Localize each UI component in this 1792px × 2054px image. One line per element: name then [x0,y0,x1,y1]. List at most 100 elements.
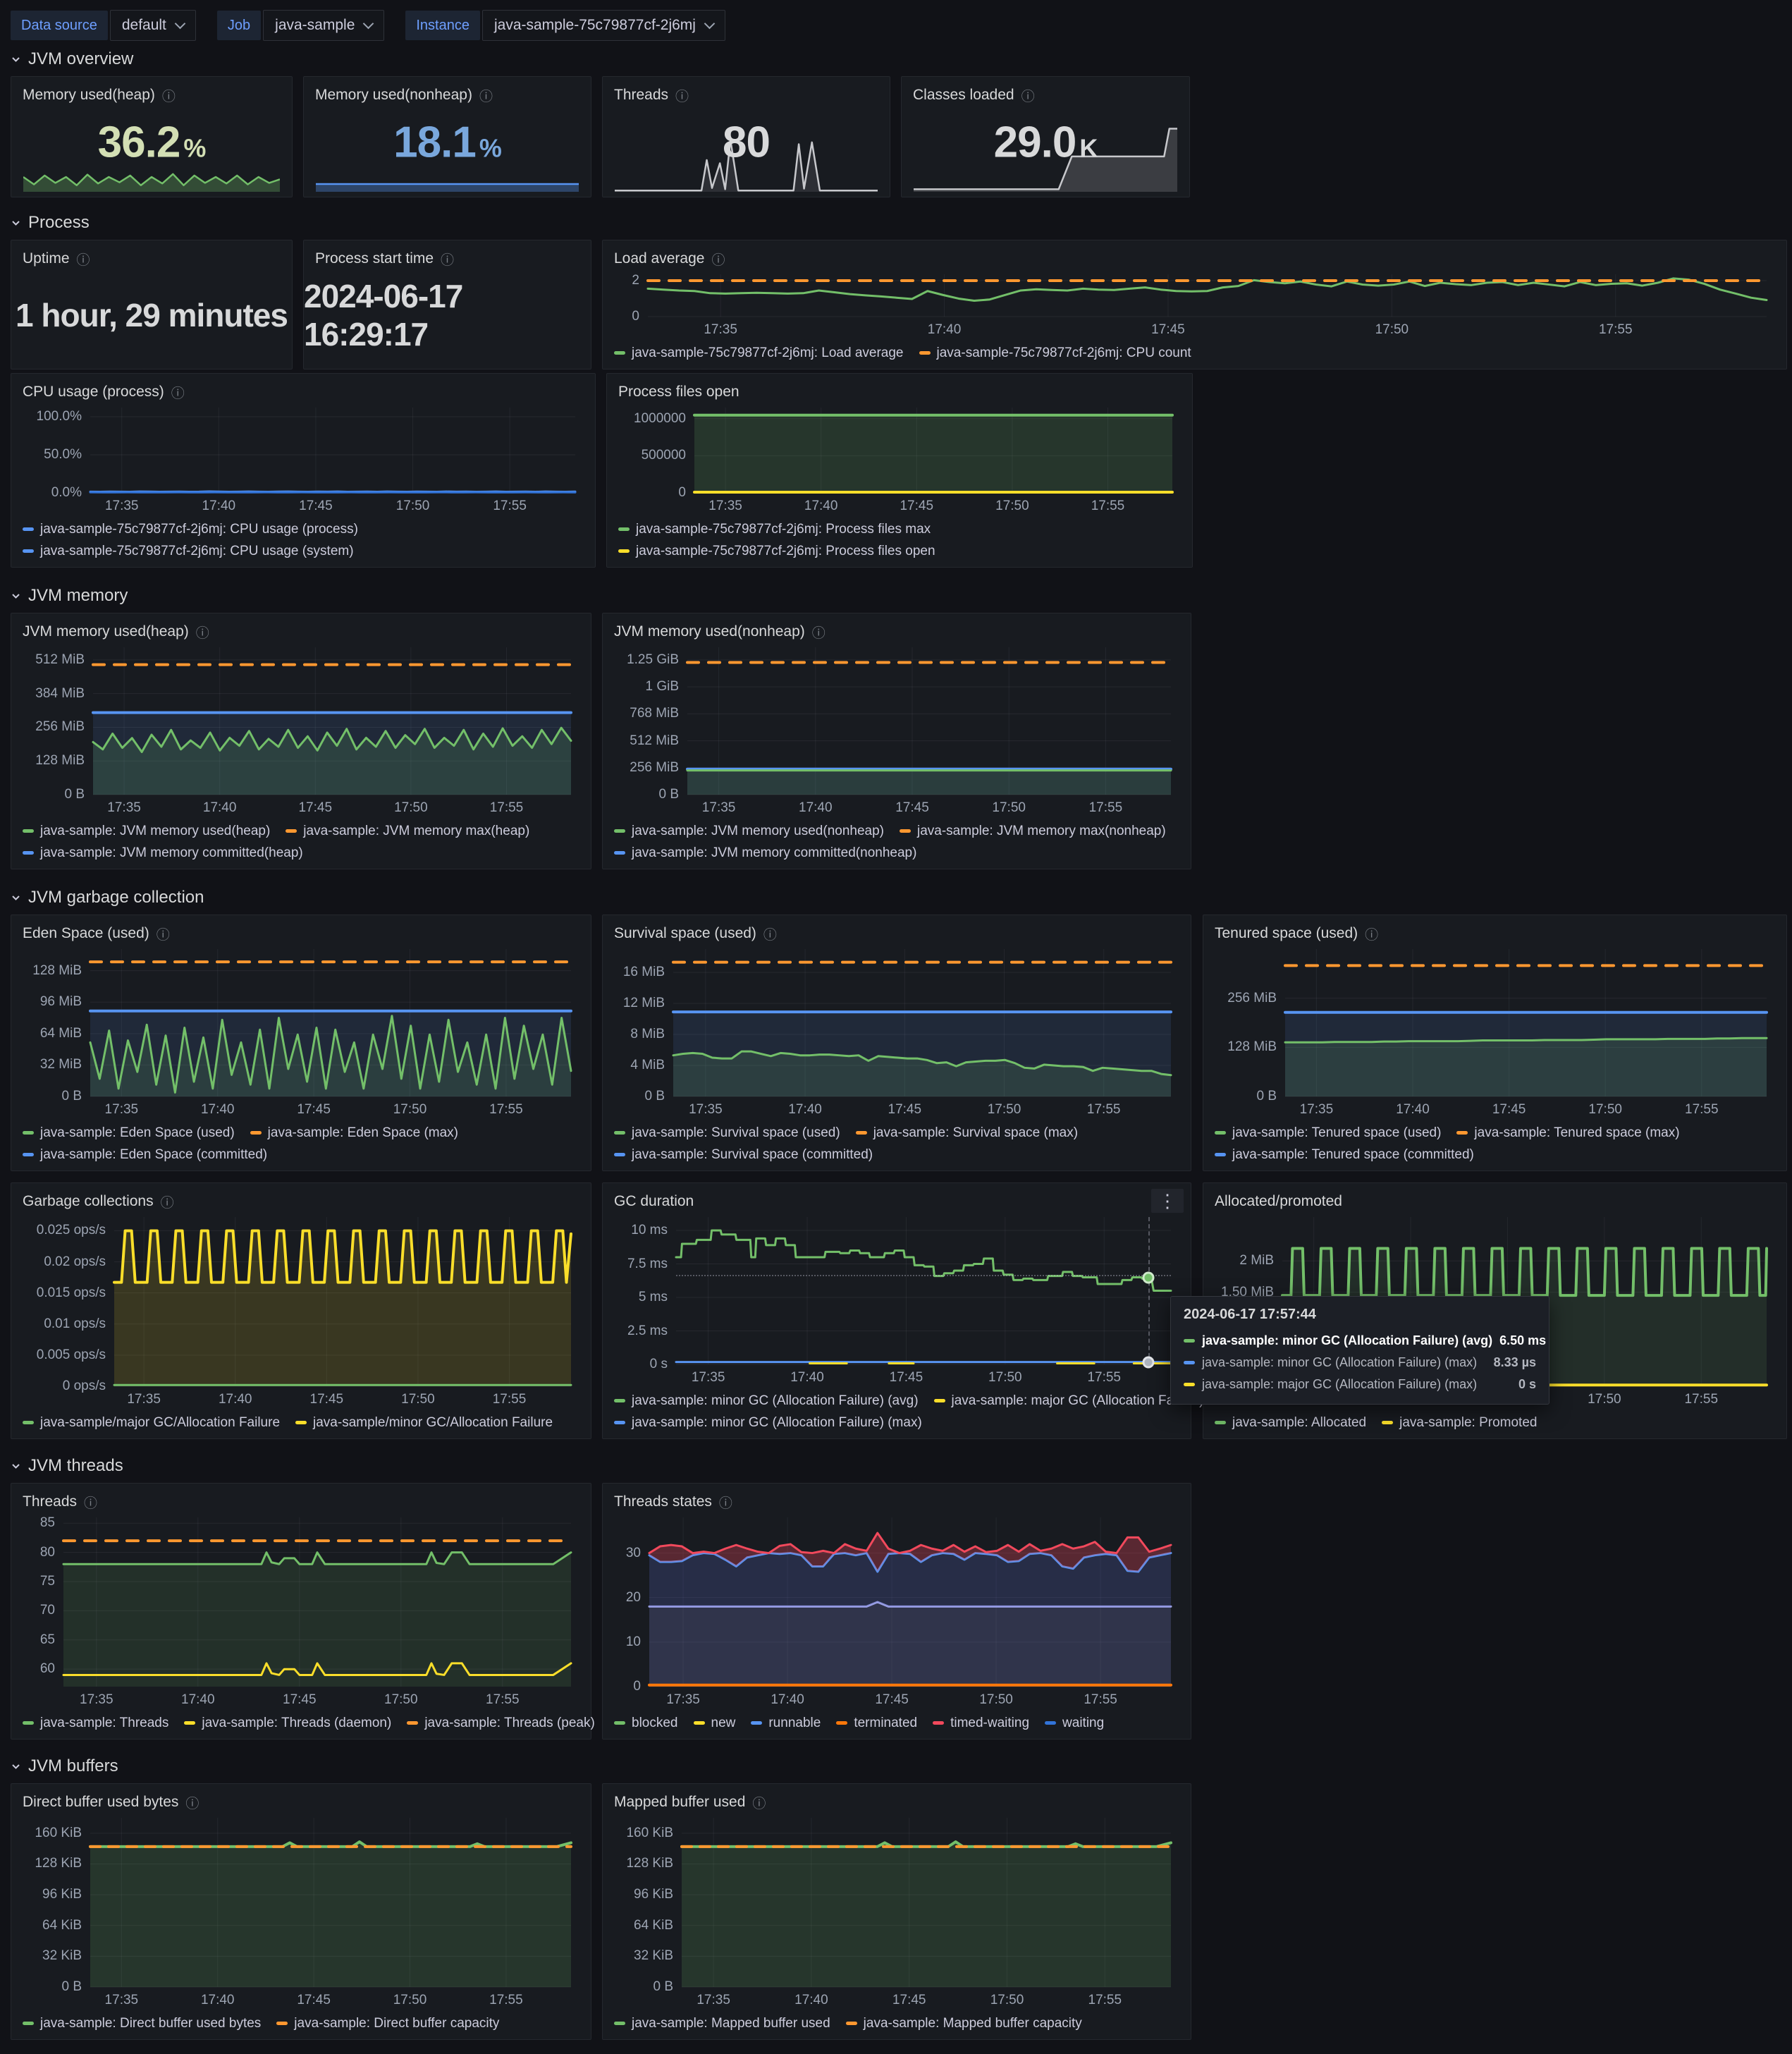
panel-title[interactable]: Direct buffer used bytes [23,1794,178,1811]
panel-title[interactable]: Memory used(nonheap) [315,87,472,104]
legend-item[interactable]: java-sample: Mapped buffer capacity [846,2016,1082,2031]
info-icon[interactable]: ⓘ [162,86,176,105]
y-tick-label: 512 MiB [35,652,85,668]
info-icon[interactable]: ⓘ [157,924,170,943]
info-icon[interactable]: ⓘ [196,623,209,642]
legend-item[interactable]: waiting [1045,1716,1104,1731]
info-icon[interactable]: ⓘ [719,1493,732,1512]
legend-item[interactable]: java-sample-75c79877cf-2j6mj: CPU usage … [23,544,354,559]
panel-title[interactable]: Survival space (used) [614,925,756,942]
panel-title[interactable]: Uptime [23,250,70,267]
panel-title[interactable]: CPU usage (process) [23,384,164,401]
legend-item[interactable]: java-sample-75c79877cf-2j6mj: Process fi… [618,522,931,537]
legend-item[interactable]: java-sample: JVM memory used(heap) [23,824,270,839]
instance-select[interactable]: java-sample-75c79877cf-2j6mj [482,10,725,41]
legend-item[interactable]: java-sample: JVM memory max(heap) [286,824,529,839]
info-icon[interactable]: ⓘ [77,250,90,269]
legend-swatch-icon [614,1399,625,1402]
legend-item[interactable]: java-sample: Threads (peak) [407,1716,594,1731]
panel-title[interactable]: Threads [23,1493,77,1510]
legend-item[interactable]: java-sample: Survival space (max) [856,1125,1078,1141]
legend-swatch-icon [23,1153,34,1156]
y-tick-label: 128 KiB [626,1856,673,1871]
legend-item[interactable]: java-sample: minor GC (Allocation Failur… [614,1393,919,1409]
panel-title[interactable]: Threads states [614,1493,712,1510]
panel-title[interactable]: Eden Space (used) [23,925,149,942]
legend-item[interactable]: timed-waiting [933,1716,1029,1731]
kebab-menu-icon[interactable]: ⋮ [1151,1189,1184,1213]
legend-item[interactable]: java-sample/major GC/Allocation Failure [23,1415,280,1431]
legend-item[interactable]: java-sample: Eden Space (committed) [23,1147,267,1163]
legend-item[interactable]: java-sample: Allocated [1215,1415,1366,1431]
legend-item[interactable]: java-sample: Direct buffer used bytes [23,2016,261,2031]
info-icon[interactable]: ⓘ [479,86,493,105]
y-tick-label: 2 MiB [1239,1253,1274,1269]
info-icon[interactable]: ⓘ [161,1192,174,1211]
job-select[interactable]: java-sample [263,10,384,41]
info-icon[interactable]: ⓘ [1021,86,1035,105]
legend-item[interactable]: java-sample: Survival space (used) [614,1125,840,1141]
legend-item[interactable]: java-sample: Tenured space (max) [1456,1125,1679,1141]
section-process[interactable]: Process [11,213,1781,233]
info-icon[interactable]: ⓘ [711,250,725,269]
panel-title[interactable]: JVM memory used(nonheap) [614,623,805,640]
legend-item[interactable]: java-sample: Threads [23,1716,168,1731]
legend-item[interactable]: java-sample: JVM memory used(nonheap) [614,824,884,839]
legend-item[interactable]: java-sample: minor GC (Allocation Failur… [614,1415,922,1431]
info-icon[interactable]: ⓘ [812,623,826,642]
legend-item[interactable]: terminated [836,1716,917,1731]
legend-item[interactable]: java-sample: Direct buffer capacity [276,2016,499,2031]
info-icon[interactable]: ⓘ [441,250,454,269]
legend-item[interactable]: java-sample: JVM memory max(nonheap) [900,824,1166,839]
legend-item[interactable]: runnable [751,1716,821,1731]
panel-title[interactable]: Process start time [315,250,434,267]
legend-item[interactable]: java-sample: Tenured space (committed) [1215,1147,1474,1163]
info-icon[interactable]: ⓘ [1365,924,1378,943]
y-tick-label: 10 [626,1634,641,1650]
info-icon[interactable]: ⓘ [763,924,777,943]
panel-title[interactable]: Garbage collections [23,1193,154,1210]
panel-title[interactable]: Classes loaded [913,87,1014,104]
info-icon[interactable]: ⓘ [84,1493,97,1512]
panel-title[interactable]: Mapped buffer used [614,1794,745,1811]
legend-item[interactable]: java-sample-75c79877cf-2j6mj: CPU count [919,346,1191,361]
legend-item[interactable]: java-sample-75c79877cf-2j6mj: Load avera… [614,346,904,361]
legend-item[interactable]: new [694,1716,736,1731]
legend-item[interactable]: java-sample-75c79877cf-2j6mj: CPU usage … [23,522,358,537]
section-jvm-memory[interactable]: JVM memory [11,586,1781,606]
x-tick-label: 17:45 [298,800,332,816]
legend-swatch-icon [23,527,34,531]
panel-title[interactable]: Process files open [618,384,739,401]
panel-title[interactable]: JVM memory used(heap) [23,623,189,640]
legend-item[interactable]: java-sample-75c79877cf-2j6mj: Process fi… [618,544,935,559]
info-icon[interactable]: ⓘ [185,1793,199,1812]
section-jvm-buffers[interactable]: JVM buffers [11,1756,1781,1776]
legend-item[interactable]: java-sample: Eden Space (used) [23,1125,235,1141]
section-jvm-threads[interactable]: JVM threads [11,1456,1781,1476]
panel-title[interactable]: Tenured space (used) [1215,925,1358,942]
section-title: JVM overview [28,49,133,69]
legend-item[interactable]: java-sample: Eden Space (max) [250,1125,458,1141]
legend-item[interactable]: java-sample: Mapped buffer used [614,2016,830,2031]
section-jvm-overview[interactable]: JVM overview [11,49,1781,69]
legend-item[interactable]: java-sample: Promoted [1382,1415,1537,1431]
legend-item[interactable]: java-sample: Threads (daemon) [184,1716,391,1731]
legend-item[interactable]: java-sample: JVM memory committed(nonhea… [614,845,916,861]
info-icon[interactable]: ⓘ [752,1793,766,1812]
section-jvm-gc[interactable]: JVM garbage collection [11,888,1781,907]
legend-item[interactable]: java-sample/minor GC/Allocation Failure [295,1415,553,1431]
legend-item[interactable]: java-sample: Tenured space (used) [1215,1125,1441,1141]
panel-title[interactable]: Threads [614,87,668,104]
legend-swatch-icon [23,549,34,553]
panel-title[interactable]: Load average [614,250,704,267]
panel-title[interactable]: Memory used(heap) [23,87,155,104]
legend-item[interactable]: java-sample: JVM memory committed(heap) [23,845,303,861]
legend-item[interactable]: java-sample: Survival space (committed) [614,1147,873,1163]
panel-title[interactable]: GC duration [614,1193,694,1210]
info-icon[interactable]: ⓘ [675,86,689,105]
datasource-select[interactable]: default [110,10,196,41]
panel-title[interactable]: Allocated/promoted [1215,1193,1342,1210]
legend-item[interactable]: blocked [614,1716,678,1731]
info-icon[interactable]: ⓘ [171,383,185,402]
panel-garbage-collections: Garbage collectionsⓘ0.025 ops/s0.02 ops/… [11,1182,591,1439]
